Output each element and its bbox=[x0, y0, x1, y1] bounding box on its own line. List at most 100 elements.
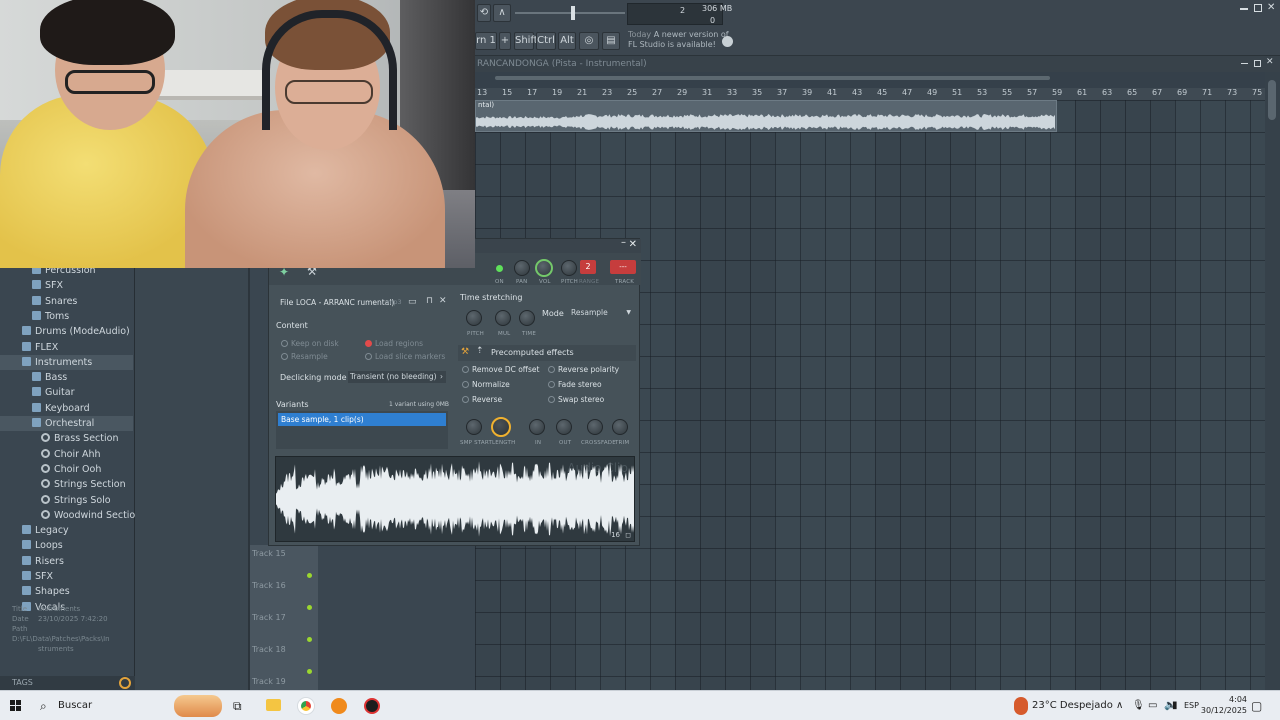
track-mute-led[interactable] bbox=[307, 669, 312, 674]
search-taskbar-icon[interactable]: ⌕ bbox=[40, 691, 47, 720]
browser-item[interactable]: Choir Ooh bbox=[0, 462, 133, 477]
track-mute-led[interactable] bbox=[307, 605, 312, 610]
wrench-small-icon[interactable]: ⚒ bbox=[461, 347, 469, 357]
track-name[interactable]: Track 18 bbox=[252, 645, 286, 654]
trim-knob[interactable] bbox=[612, 419, 628, 435]
playlist-close-icon[interactable]: ✕ bbox=[1266, 57, 1274, 67]
clock[interactable]: 4:04 30/12/2025 bbox=[1199, 694, 1247, 716]
vscroll-thumb[interactable] bbox=[1268, 80, 1276, 120]
browser-item[interactable]: Bass bbox=[0, 370, 133, 385]
track-name[interactable]: Track 16 bbox=[252, 581, 286, 590]
browser-item[interactable]: Drums (ModeAudio) bbox=[0, 324, 133, 339]
browser-item[interactable]: Risers bbox=[0, 554, 133, 569]
audio-clip[interactable]: ntal) bbox=[475, 100, 1057, 132]
browser-item[interactable]: Legacy bbox=[0, 523, 133, 538]
playlist-vertical-scroll[interactable] bbox=[1265, 72, 1280, 690]
add-pattern-button[interactable]: + bbox=[499, 32, 511, 50]
stretch-time-knob[interactable] bbox=[519, 310, 535, 326]
window-close-icon[interactable]: ✕ bbox=[1267, 2, 1275, 13]
playlist-restore-icon[interactable] bbox=[1254, 60, 1261, 67]
taskbar-search-label[interactable]: Buscar bbox=[58, 691, 92, 720]
browser-item[interactable]: Instruments bbox=[0, 354, 133, 370]
pattern-selector[interactable]: rn 1 bbox=[475, 32, 497, 50]
window-restore-icon[interactable] bbox=[1254, 4, 1262, 12]
load-slice-markers-option[interactable]: Load slice markers bbox=[365, 352, 445, 361]
browser-item[interactable]: Choir Ahh bbox=[0, 447, 133, 462]
browser-item[interactable]: Keyboard bbox=[0, 401, 133, 416]
on-led[interactable] bbox=[496, 265, 503, 272]
task-view-icon[interactable]: ⧉ bbox=[233, 691, 242, 720]
app-icon[interactable] bbox=[364, 698, 380, 714]
track-mute-led[interactable] bbox=[307, 637, 312, 642]
stretch-mul-knob[interactable] bbox=[495, 310, 511, 326]
wait-button[interactable]: ∧ bbox=[493, 4, 511, 22]
browser-item[interactable]: SFX bbox=[0, 278, 133, 293]
playlist-minimize-icon[interactable] bbox=[1241, 63, 1248, 64]
shop-icon[interactable]: ▤ bbox=[602, 32, 620, 50]
browser-item[interactable]: Strings Solo bbox=[0, 493, 133, 508]
file-explorer-icon[interactable] bbox=[266, 699, 281, 711]
battery-icon[interactable]: ▮ bbox=[1172, 691, 1178, 720]
pan-knob[interactable] bbox=[514, 260, 530, 276]
variant-item[interactable]: Base sample, 1 clip(s) bbox=[278, 413, 446, 426]
effect-option[interactable]: Reverse bbox=[462, 395, 502, 404]
pin-icon[interactable]: ⊓ bbox=[426, 296, 433, 306]
playlist-horizontal-scroll[interactable] bbox=[475, 72, 1280, 88]
mode-dropdown[interactable]: Resample ▼ bbox=[569, 307, 633, 319]
open-folder-icon[interactable]: ▭ bbox=[408, 297, 417, 307]
globe-icon[interactable] bbox=[722, 36, 733, 47]
scroll-thumb[interactable] bbox=[495, 76, 1050, 80]
browser-item[interactable]: Shapes bbox=[0, 584, 133, 599]
browser-item[interactable]: Guitar bbox=[0, 385, 133, 400]
track-mute-led[interactable] bbox=[307, 573, 312, 578]
language-indicator[interactable]: ESP bbox=[1184, 691, 1199, 720]
playlist-ruler[interactable]: 13 15 17 19 21 23 25 27 29 31 33 35 37 39 41 43 45 47 49 51… bbox=[475, 88, 1265, 100]
windows-start-icon[interactable] bbox=[10, 700, 22, 712]
pitch-range-badge[interactable]: 2 bbox=[580, 260, 596, 274]
window-minimize-icon[interactable] bbox=[1240, 8, 1248, 10]
browser-item[interactable]: Woodwind Section bbox=[0, 508, 141, 523]
metronome-button[interactable]: ⟲ bbox=[477, 4, 491, 22]
in-knob[interactable] bbox=[529, 419, 545, 435]
browser-item[interactable]: Orchestral bbox=[0, 416, 133, 431]
file-name[interactable]: LOCA - ARRANC rumental) bbox=[296, 298, 394, 307]
search-icon[interactable] bbox=[119, 677, 131, 689]
keep-on-disk-option[interactable]: Keep on disk bbox=[281, 339, 339, 348]
network-icon[interactable]: ▭ bbox=[1148, 691, 1157, 720]
browser-item[interactable]: Strings Section bbox=[0, 477, 133, 492]
tags-bar[interactable]: TAGS bbox=[0, 676, 135, 690]
search-highlight-icon[interactable] bbox=[174, 695, 222, 717]
volume-knob[interactable] bbox=[535, 259, 553, 277]
master-pitch-slider[interactable] bbox=[515, 6, 625, 20]
shift-button[interactable]: Shift bbox=[514, 32, 538, 50]
track-name[interactable]: Track 19 bbox=[252, 677, 286, 686]
smp-start-knob[interactable] bbox=[466, 419, 482, 435]
tray-chevron-icon[interactable]: ∧ bbox=[1116, 691, 1123, 720]
notification-icon[interactable]: ▢ bbox=[1251, 691, 1262, 720]
length-knob[interactable] bbox=[491, 417, 511, 437]
browser-item[interactable]: Toms bbox=[0, 309, 133, 324]
ctrl-button[interactable]: Ctrl bbox=[536, 32, 556, 50]
fl-studio-icon[interactable] bbox=[331, 698, 347, 714]
browser-item[interactable]: Brass Section bbox=[0, 431, 133, 446]
window-close-icon[interactable]: ✕ bbox=[629, 239, 637, 250]
effect-option[interactable]: Normalize bbox=[462, 380, 510, 389]
effect-option[interactable]: Remove DC offset bbox=[462, 365, 539, 374]
out-knob[interactable] bbox=[556, 419, 572, 435]
browser-item[interactable]: Snares bbox=[0, 294, 133, 309]
mixer-track-selector[interactable]: --- bbox=[610, 260, 636, 274]
browser-item[interactable]: FLEX bbox=[0, 340, 133, 355]
weather-text[interactable]: 23°C Despejado bbox=[1032, 691, 1113, 720]
pitch-knob[interactable] bbox=[561, 260, 577, 276]
alt-button[interactable]: Alt bbox=[558, 32, 576, 50]
resample-option[interactable]: Resample bbox=[281, 352, 328, 361]
track-name[interactable]: Track 15 bbox=[252, 549, 286, 558]
online-news-icon[interactable]: ◎ bbox=[579, 32, 599, 50]
declicking-dropdown[interactable]: Transient (no bleeding) › bbox=[348, 371, 446, 383]
browser-item[interactable]: SFX bbox=[0, 569, 133, 584]
microphone-icon[interactable]: 🎙 bbox=[1132, 691, 1145, 720]
sample-waveform-display[interactable]: Audio Clip 16 ◻ bbox=[275, 456, 635, 542]
load-regions-option[interactable]: Load regions bbox=[365, 339, 423, 348]
stretch-pitch-knob[interactable] bbox=[466, 310, 482, 326]
clear-file-icon[interactable]: ✕ bbox=[439, 296, 447, 306]
